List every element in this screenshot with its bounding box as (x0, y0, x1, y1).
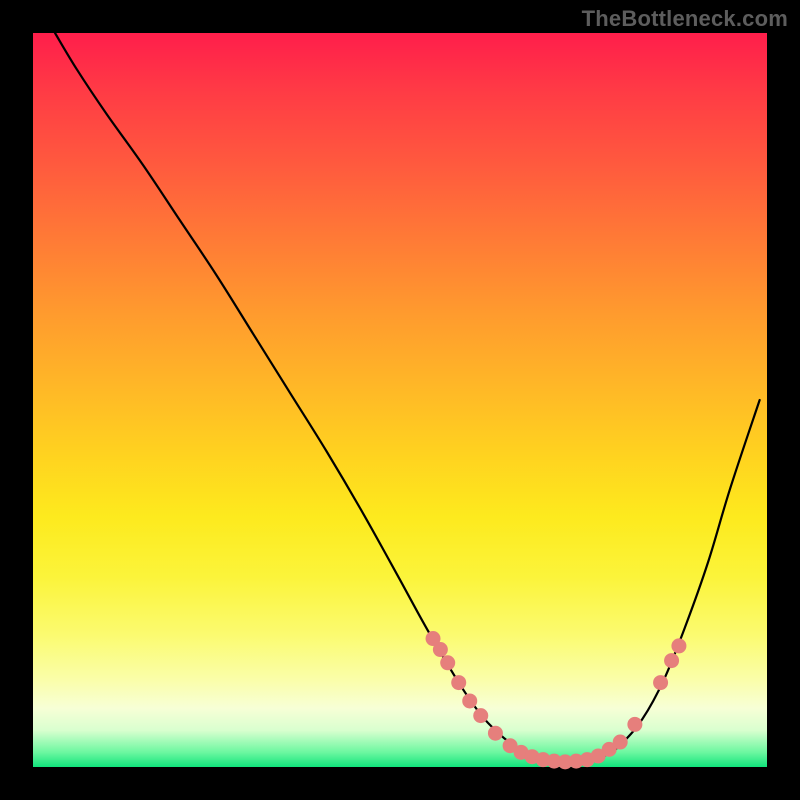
data-point (440, 655, 455, 670)
chart-frame: TheBottleneck.com (0, 0, 800, 800)
data-point (488, 726, 503, 741)
data-points (426, 631, 687, 769)
watermark-text: TheBottleneck.com (582, 6, 788, 32)
data-point (473, 708, 488, 723)
data-point (671, 638, 686, 653)
bottleneck-curve (55, 33, 760, 762)
data-point (653, 675, 668, 690)
data-point (613, 735, 628, 750)
data-point (451, 675, 466, 690)
data-point (627, 717, 642, 732)
curve-svg (33, 33, 767, 767)
data-point (462, 693, 477, 708)
plot-area (33, 33, 767, 767)
data-point (664, 653, 679, 668)
data-point (433, 642, 448, 657)
